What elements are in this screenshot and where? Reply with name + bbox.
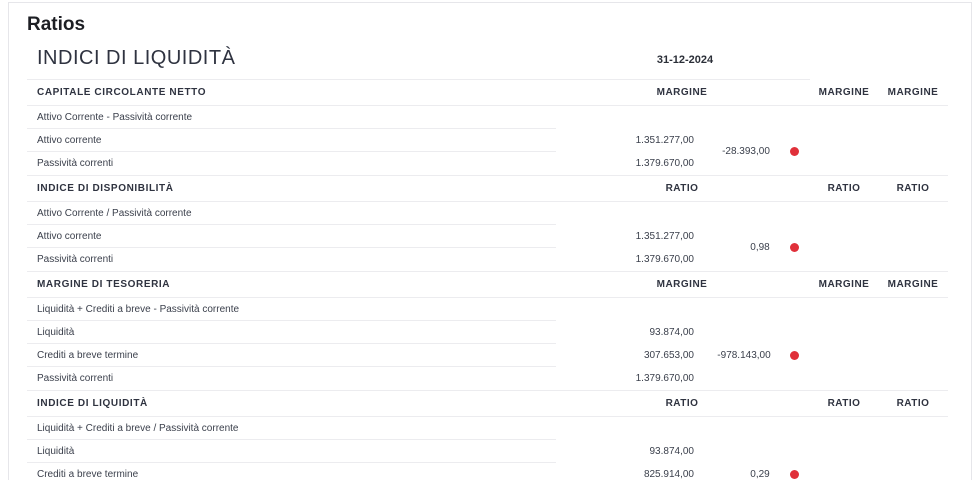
- column-header: RATIO: [665, 183, 699, 194]
- page-title: Ratios: [27, 14, 86, 35]
- formula-text: Liquidità + Crediti a breve / Passività …: [37, 423, 239, 434]
- divider: [27, 128, 556, 129]
- section-heading: CAPITALE CIRCOLANTE NETTO: [37, 87, 207, 98]
- divider: [27, 105, 948, 106]
- divider: [27, 416, 948, 417]
- column-header-extra: MARGINE: [818, 87, 870, 98]
- column-header: MARGINE: [656, 87, 708, 98]
- divider: [27, 320, 556, 321]
- red-dot-icon: [790, 243, 799, 252]
- line-label: Passività correnti: [37, 373, 114, 384]
- sheet-title: INDICI DI LIQUIDITÀ: [37, 47, 236, 69]
- result-value: 0,98: [750, 242, 770, 253]
- period-date: 31-12-2024: [656, 54, 714, 66]
- divider: [27, 175, 948, 176]
- divider: [27, 366, 556, 367]
- line-value: 1.379.670,00: [635, 158, 694, 169]
- divider: [27, 224, 556, 225]
- column-header-extra: MARGINE: [887, 87, 939, 98]
- divider: [27, 343, 556, 344]
- line-value: 93.874,00: [649, 446, 695, 457]
- divider: [27, 297, 948, 298]
- divider: [27, 201, 948, 202]
- line-label: Passività correnti: [37, 158, 114, 169]
- section-heading: INDICE DI DISPONIBILITÀ: [37, 183, 174, 194]
- column-header-extra: RATIO: [896, 398, 930, 409]
- red-dot-icon: [790, 147, 799, 156]
- line-value: 1.379.670,00: [635, 254, 694, 265]
- section-heading: INDICE DI LIQUIDITÀ: [37, 398, 148, 409]
- result-value: -28.393,00: [722, 146, 770, 157]
- line-value: 93.874,00: [649, 327, 695, 338]
- divider: [27, 79, 810, 80]
- result-value: -978.143,00: [717, 350, 771, 361]
- column-header: MARGINE: [656, 279, 708, 290]
- column-header-extra: RATIO: [827, 183, 861, 194]
- line-value: 1.351.277,00: [635, 231, 694, 242]
- column-header-extra: MARGINE: [818, 279, 870, 290]
- divider: [27, 390, 948, 391]
- line-value: 1.351.277,00: [635, 135, 694, 146]
- column-header-extra: RATIO: [896, 183, 930, 194]
- divider: [27, 439, 556, 440]
- line-value: 1.379.670,00: [635, 373, 694, 384]
- line-label: Liquidità: [37, 446, 75, 457]
- red-dot-icon: [790, 470, 799, 479]
- column-header-extra: RATIO: [827, 398, 861, 409]
- red-dot-icon: [790, 351, 799, 360]
- column-header: RATIO: [665, 398, 699, 409]
- divider: [27, 247, 556, 248]
- line-label: Attivo corrente: [37, 231, 102, 242]
- line-value: 825.914,00: [643, 469, 694, 480]
- line-label: Attivo corrente: [37, 135, 102, 146]
- divider: [27, 151, 556, 152]
- formula-text: Attivo Corrente / Passività corrente: [37, 208, 192, 219]
- section-heading: MARGINE DI TESORERIA: [37, 279, 171, 290]
- formula-text: Attivo Corrente - Passività corrente: [37, 112, 193, 123]
- divider: [27, 462, 556, 463]
- divider: [27, 271, 948, 272]
- line-label: Crediti a breve termine: [37, 469, 139, 480]
- line-label: Passività correnti: [37, 254, 114, 265]
- line-label: Crediti a breve termine: [37, 350, 139, 361]
- result-value: 0,29: [750, 469, 770, 480]
- line-value: 307.653,00: [643, 350, 694, 361]
- line-label: Liquidità: [37, 327, 75, 338]
- column-header-extra: MARGINE: [887, 279, 939, 290]
- formula-text: Liquidità + Crediti a breve - Passività …: [37, 304, 240, 315]
